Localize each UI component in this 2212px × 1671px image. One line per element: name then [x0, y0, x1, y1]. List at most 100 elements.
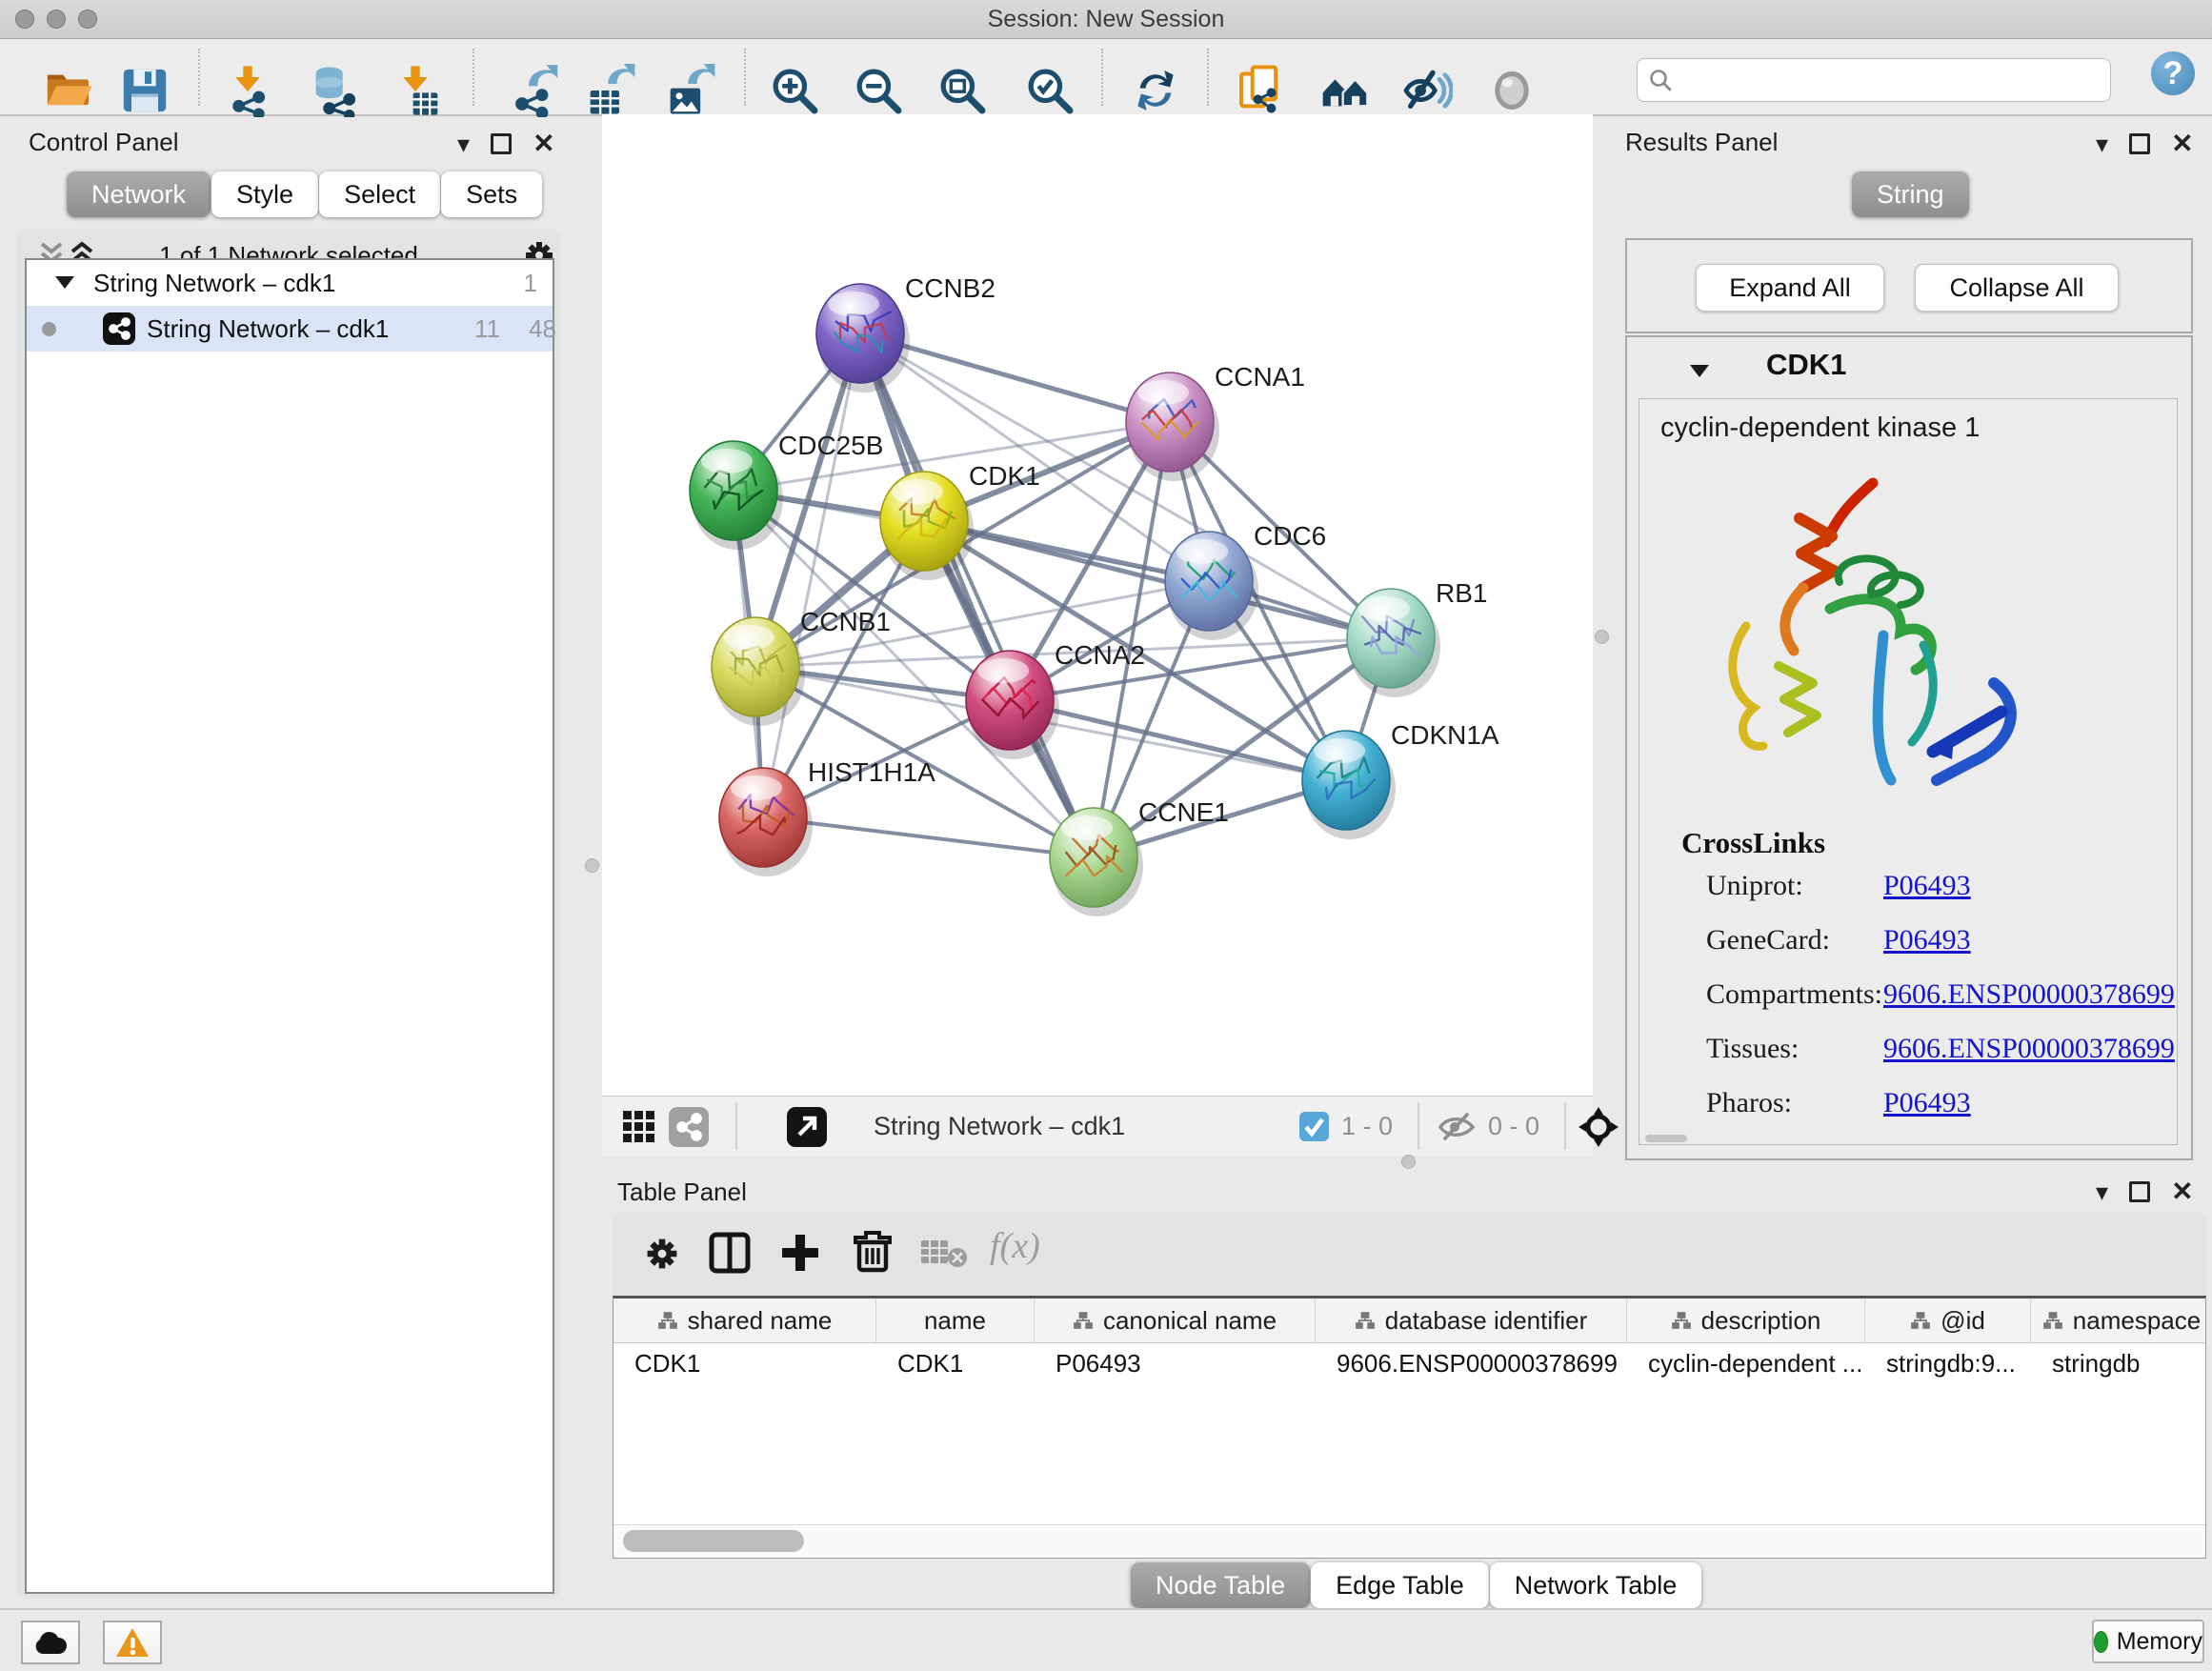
tab-select[interactable]: Select [319, 171, 440, 217]
birds-eye-view-icon[interactable] [787, 1107, 827, 1147]
network-share-view-icon[interactable] [669, 1107, 709, 1147]
export-image-button[interactable] [666, 64, 719, 117]
tab-sets[interactable]: Sets [441, 171, 542, 217]
import-network-from-file-button[interactable] [221, 64, 274, 117]
panel-close-icon[interactable]: ✕ [533, 134, 554, 153]
selected-checkbox-icon[interactable] [1299, 1112, 1329, 1141]
protein-details-box: CDK1 cyclin-dependent kinase 1 [1625, 335, 2193, 1160]
tab-network[interactable]: Network [67, 171, 211, 217]
open-session-button[interactable] [42, 64, 95, 117]
network-collection-row[interactable]: String Network – cdk1 1 [27, 260, 553, 306]
zoom-in-button[interactable] [768, 64, 821, 117]
results-panel-tabbar: String [1852, 171, 1970, 217]
table-cell[interactable]: CDK1 [876, 1342, 1035, 1384]
table-cell[interactable]: CDK1 [613, 1342, 876, 1384]
column-header-label: namespace [2073, 1306, 2201, 1336]
refresh-view-button[interactable] [1129, 64, 1182, 117]
cloud-status-button[interactable] [21, 1621, 80, 1664]
grid-view-icon[interactable] [621, 1109, 657, 1145]
import-table-from-file-button[interactable] [389, 64, 442, 117]
save-session-button[interactable] [118, 64, 171, 117]
column-header-shared-name[interactable]: shared name [613, 1299, 876, 1342]
zoom-fit-button[interactable] [935, 64, 989, 117]
panel-float-icon[interactable] [491, 133, 512, 154]
expand-all-button[interactable]: Expand All [1696, 264, 1884, 312]
tree-expander-icon[interactable] [53, 273, 76, 291]
add-column-plus-icon[interactable] [778, 1231, 822, 1275]
memory-button[interactable]: Memory [2092, 1620, 2204, 1663]
column-header-name[interactable]: name [876, 1299, 1035, 1342]
network-graph[interactable]: CCNB2CCNA1CDC25BCDK1CDC6RB1CCNB1CCNA2CDK… [602, 114, 1593, 1096]
table-header-row: shared namenamecanonical namedatabase id… [613, 1299, 2205, 1343]
table-cell[interactable]: cyclin-dependent ... [1627, 1342, 1865, 1384]
fit-selected-crosshair-icon[interactable] [1578, 1106, 1619, 1148]
column-header-namespace[interactable]: namespace [2031, 1299, 2212, 1342]
crosslink-row: Compartments:9606.ENSP00000378699 [1639, 978, 2177, 1033]
zoom-out-button[interactable] [852, 64, 905, 117]
panel-float-icon[interactable] [2129, 1181, 2150, 1202]
node-label-CDC6: CDC6 [1254, 521, 1326, 551]
table-horizontal-scrollbar[interactable] [613, 1524, 2205, 1558]
hidden-eye-slash-icon [1437, 1112, 1477, 1142]
table-options-gear-icon[interactable] [641, 1233, 683, 1275]
column-header-@id[interactable]: @id [1865, 1299, 2031, 1342]
crosslink-value-link[interactable]: P06493 [1883, 1087, 1971, 1119]
column-header-label: @id [1941, 1306, 1985, 1336]
table-cell[interactable]: 9606.ENSP00000378699 [1316, 1342, 1627, 1384]
delete-column-trash-icon[interactable] [851, 1229, 895, 1275]
table-panel-title: Table Panel [617, 1178, 747, 1207]
crosslink-value-link[interactable]: 9606.ENSP00000378699 [1883, 1033, 2175, 1065]
panel-menu-icon[interactable]: ▾ [457, 134, 470, 153]
column-type-icon [1073, 1311, 1094, 1330]
export-table-button[interactable] [586, 64, 639, 117]
search-input[interactable] [1681, 61, 2095, 97]
tab-edge-table[interactable]: Edge Table [1311, 1562, 1489, 1608]
network-view-canvas[interactable]: CCNB2CCNA1CDC25BCDK1CDC6RB1CCNB1CCNA2CDK… [602, 114, 1593, 1155]
panel-menu-icon[interactable]: ▾ [2096, 134, 2108, 153]
column-header-database-identifier[interactable]: database identifier [1316, 1299, 1627, 1342]
panel-float-icon[interactable] [2129, 133, 2150, 154]
export-network-button[interactable] [509, 64, 562, 117]
column-header-description[interactable]: description [1627, 1299, 1865, 1342]
crosslink-value-link[interactable]: P06493 [1883, 870, 1971, 902]
crosslink-label: Tissues: [1706, 1033, 1799, 1065]
first-neighbors-button[interactable] [1318, 64, 1372, 117]
left-splitter-handle[interactable] [585, 858, 599, 873]
network-row-selected[interactable]: String Network – cdk1 11 48 [27, 306, 553, 352]
edge-CCNA2-CDKN1A[interactable] [1010, 700, 1346, 780]
table-cell[interactable]: stringdb:9... [1865, 1342, 2031, 1384]
clone-network-button[interactable] [1235, 64, 1288, 117]
column-header-canonical-name[interactable]: canonical name [1035, 1299, 1316, 1342]
inactive-eye-icon[interactable] [1485, 64, 1538, 117]
tab-style[interactable]: Style [211, 171, 318, 217]
help-button[interactable]: ? [2151, 51, 2195, 95]
panel-close-icon[interactable]: ✕ [2171, 1182, 2193, 1201]
tab-network-table[interactable]: Network Table [1490, 1562, 1702, 1608]
node-label-CDKN1A: CDKN1A [1391, 720, 1499, 750]
crosslink-value-link[interactable]: 9606.ENSP00000378699 [1883, 978, 2175, 1011]
edge-HIST1H1A-CCNE1[interactable] [763, 817, 1094, 857]
show-hide-graphics-details-button[interactable] [1399, 64, 1453, 117]
inner-scrollbar-thumb[interactable] [1645, 1135, 1687, 1142]
crosslink-value-link[interactable]: P06493 [1883, 924, 1971, 956]
show-columns-icon[interactable] [708, 1231, 752, 1275]
table-cell[interactable]: P06493 [1035, 1342, 1316, 1384]
tab-string[interactable]: String [1852, 171, 1969, 217]
panel-menu-icon[interactable]: ▾ [2096, 1182, 2108, 1201]
horizontal-splitter-handle[interactable] [1401, 1155, 1416, 1169]
network-status-dot [42, 322, 56, 336]
table-row[interactable]: CDK1CDK1P064939606.ENSP00000378699cyclin… [613, 1342, 2205, 1384]
tab-node-table[interactable]: Node Table [1131, 1562, 1310, 1608]
separator [735, 1102, 737, 1150]
collapse-all-button[interactable]: Collapse All [1915, 264, 2119, 312]
hidden-count: 0 - 0 [1488, 1097, 1539, 1156]
right-splitter-handle[interactable] [1595, 630, 1609, 644]
scrollbar-thumb[interactable] [623, 1530, 804, 1552]
section-expander-icon[interactable] [1688, 362, 1711, 379]
zoom-selected-button[interactable] [1023, 64, 1076, 117]
table-cell[interactable]: stringdb [2031, 1342, 2212, 1384]
import-network-from-database-button[interactable] [305, 64, 358, 117]
warning-icon [115, 1627, 150, 1658]
panel-close-icon[interactable]: ✕ [2171, 134, 2193, 153]
warnings-button[interactable] [103, 1621, 162, 1664]
